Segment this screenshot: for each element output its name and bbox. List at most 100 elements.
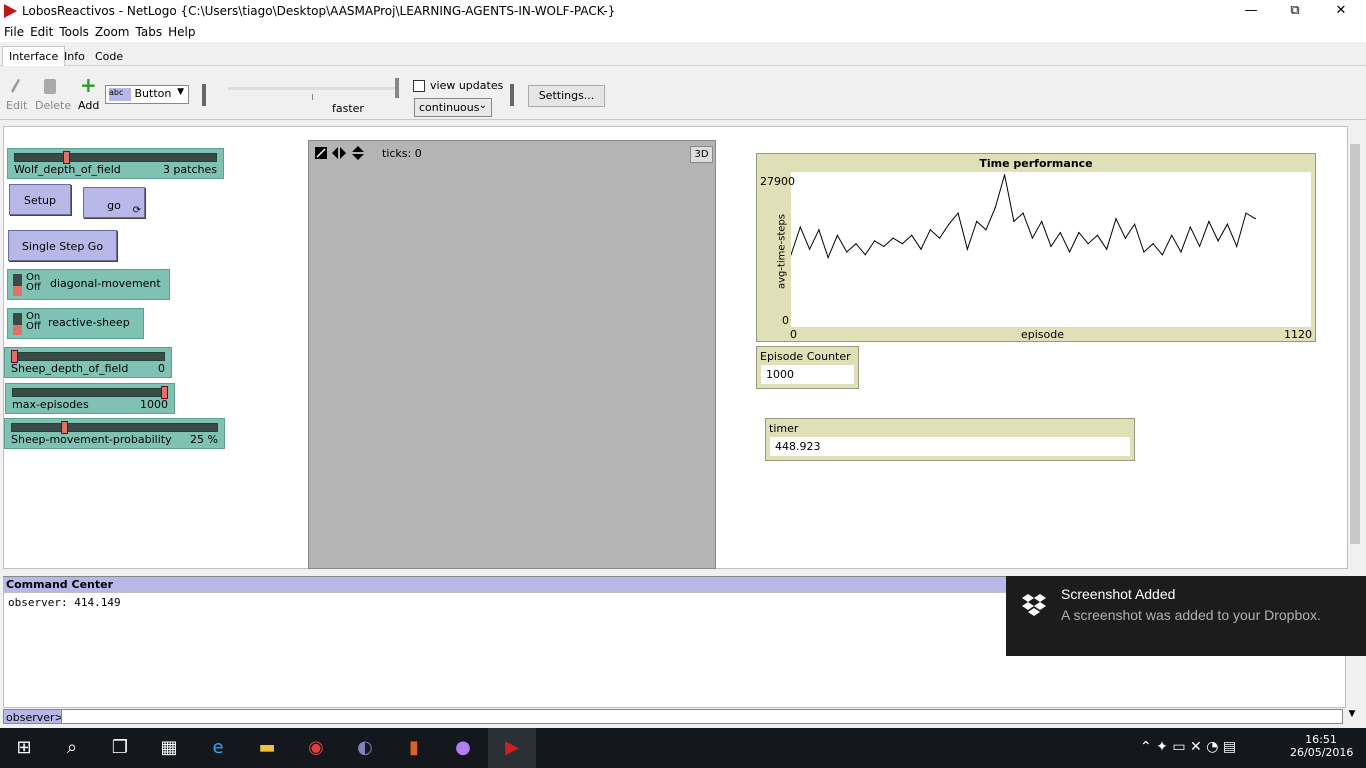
task-view-icon[interactable]: ❐: [96, 728, 144, 768]
menu-tools[interactable]: Tools: [56, 22, 92, 42]
menu-file[interactable]: File: [0, 22, 27, 42]
slider-value: 3 patches: [162, 163, 217, 176]
data-point: [827, 256, 829, 259]
x-axis-label: episode: [1021, 328, 1065, 341]
ticks-counter: ticks: 0: [382, 147, 422, 160]
data-point: [1245, 212, 1247, 214]
cat-app-icon[interactable]: ●: [439, 728, 487, 768]
edge-icon[interactable]: e: [194, 728, 242, 768]
data-point: [929, 229, 931, 231]
data-point: [1096, 234, 1099, 236]
store-icon[interactable]: ▦: [145, 728, 193, 768]
data-point: [846, 251, 848, 253]
dropbox-icon: [1022, 594, 1046, 616]
command-input[interactable]: [61, 709, 1343, 724]
plot-area: [790, 172, 1311, 327]
data-point: [1226, 223, 1229, 225]
data-point: [966, 248, 969, 250]
wolf-depth-slider[interactable]: Wolf_depth_of_field 3 patches: [7, 148, 224, 179]
timer-monitor: timer 448.923: [765, 418, 1135, 461]
slider-label: Sheep-movement-probability: [11, 433, 172, 446]
close-button[interactable]: ✕: [1318, 0, 1364, 22]
world-view[interactable]: ticks: 0 3D: [308, 140, 716, 569]
sheep-movement-probability-slider[interactable]: Sheep-movement-probability 25 %: [4, 418, 225, 449]
search-icon[interactable]: ⌕: [48, 728, 96, 768]
menu-tabs[interactable]: Tabs: [133, 22, 166, 42]
x-min-label: 0: [790, 328, 797, 341]
data-point: [808, 248, 811, 250]
office-icon[interactable]: ▮: [390, 728, 438, 768]
update-mode-select[interactable]: continuous ⌄: [414, 98, 492, 117]
data-point: [1022, 212, 1024, 214]
toast-title: Screenshot Added: [1061, 586, 1176, 602]
view-control-icons[interactable]: [314, 146, 370, 162]
netlogo-taskbar-icon[interactable]: ▶: [488, 728, 536, 768]
data-point: [920, 248, 922, 250]
speed-label: faster: [332, 102, 364, 115]
data-point: [1254, 218, 1256, 220]
data-point: [836, 234, 839, 236]
reactive-sheep-switch[interactable]: On Off reactive-sheep: [7, 308, 144, 339]
3d-view-button[interactable]: 3D: [690, 146, 713, 163]
edit-button[interactable]: Edit: [6, 99, 27, 112]
diagonal-movement-switch[interactable]: On Off diagonal-movement: [7, 269, 170, 300]
view-updates-label: view updates: [430, 79, 504, 92]
sheep-depth-slider[interactable]: Sheep_depth_of_field 0: [4, 347, 172, 378]
scrollbar-thumb[interactable]: [1350, 144, 1360, 544]
forever-icon: ⟳: [132, 205, 141, 216]
data-point: [1198, 245, 1201, 248]
widget-type-select[interactable]: abc Button ▼: [105, 85, 189, 104]
toolbar-separator: [202, 84, 206, 106]
menu-zoom[interactable]: Zoom: [92, 22, 133, 42]
window-title: LobosReactivos - NetLogo {C:\Users\tiago…: [22, 4, 616, 18]
menu-help[interactable]: Help: [165, 22, 198, 42]
restore-button[interactable]: ⧉: [1272, 0, 1318, 22]
chrome-icon[interactable]: ◉: [292, 728, 340, 768]
menu-edit[interactable]: Edit: [27, 22, 56, 42]
toast-body: A screenshot was added to your Dropbox.: [1061, 607, 1321, 623]
file-explorer-icon[interactable]: ▬: [243, 728, 291, 768]
monitor-label: timer: [769, 422, 799, 435]
setup-button[interactable]: Setup: [9, 184, 71, 215]
tray-icons[interactable]: ⌃ ✦ ▭ ✕ ◔ ▤: [1140, 739, 1236, 755]
pencil-icon: [10, 78, 22, 94]
data-point: [1189, 226, 1191, 228]
go-button[interactable]: go ⟳: [83, 187, 145, 218]
data-point: [1115, 218, 1117, 220]
eclipse-icon[interactable]: ◐: [341, 728, 389, 768]
minimize-button[interactable]: —: [1228, 0, 1274, 22]
speed-slider-thumb[interactable]: [395, 78, 399, 98]
menu-bar: File Edit Tools Zoom Tabs Help: [0, 22, 1366, 42]
data-point: [1161, 254, 1164, 256]
history-dropdown-icon[interactable]: ▼: [1345, 709, 1359, 724]
switch-off-label: Off: [26, 321, 41, 332]
speed-slider[interactable]: [228, 87, 398, 90]
observer-prompt-button[interactable]: observer>: [3, 709, 67, 724]
single-step-go-button[interactable]: Single Step Go: [8, 230, 117, 261]
data-point: [892, 237, 894, 239]
view-updates-checkbox[interactable]: [413, 80, 425, 92]
data-point: [1180, 251, 1182, 253]
clock[interactable]: 16:51 26/05/2016: [1290, 733, 1353, 759]
button-widget-icon: abc: [109, 87, 131, 101]
data-point: [1152, 243, 1154, 245]
title-bar: LobosReactivos - NetLogo {C:\Users\tiago…: [0, 0, 1366, 22]
windows-start-icon[interactable]: ⊞: [0, 728, 48, 768]
max-episodes-slider[interactable]: max-episodes 1000: [5, 383, 175, 414]
data-point: [1143, 251, 1145, 253]
tab-code[interactable]: Code: [88, 46, 130, 66]
clock-time: 16:51: [1305, 733, 1337, 746]
vertical-scrollbar[interactable]: [1348, 126, 1362, 569]
delete-button[interactable]: Delete: [35, 99, 71, 112]
trash-icon: [44, 79, 56, 94]
dropbox-toast[interactable]: Screenshot Added A screenshot was added …: [1006, 576, 1366, 656]
data-point: [1087, 243, 1089, 245]
tab-info[interactable]: Info: [57, 46, 92, 66]
tab-interface[interactable]: Interface: [2, 46, 66, 66]
plot-line-chart: [790, 174, 1256, 260]
add-button[interactable]: Add: [78, 99, 99, 112]
tab-strip: Interface Info Code: [0, 44, 1366, 66]
data-point: [1124, 237, 1126, 239]
settings-button[interactable]: Settings...: [528, 85, 605, 107]
y-max-label: 27900: [760, 175, 795, 188]
